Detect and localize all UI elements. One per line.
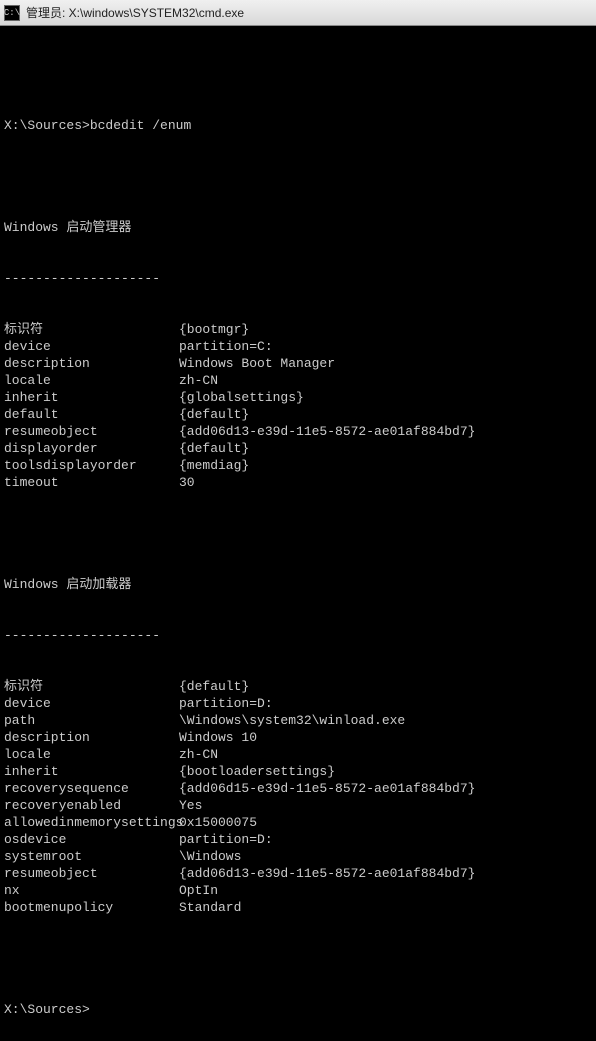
output-key: bootmenupolicy <box>4 899 179 916</box>
titlebar-text: 管理员: X:\windows\SYSTEM32\cmd.exe <box>26 4 244 21</box>
output-key: resumeobject <box>4 423 179 440</box>
output-row: displayorder{default} <box>4 440 592 457</box>
output-key: 标识符 <box>4 321 179 338</box>
section-loader: 标识符{default}devicepartition=D:path\Windo… <box>4 678 592 916</box>
output-value: \Windows <box>179 848 241 865</box>
output-row: allowedinmemorysettings0x15000075 <box>4 814 592 831</box>
output-row: osdevicepartition=D: <box>4 831 592 848</box>
output-row: 标识符{bootmgr} <box>4 321 592 338</box>
output-key: path <box>4 712 179 729</box>
output-key: allowedinmemorysettings <box>4 814 179 831</box>
output-key: locale <box>4 372 179 389</box>
output-row: descriptionWindows Boot Manager <box>4 355 592 372</box>
output-key: systemroot <box>4 848 179 865</box>
output-value: OptIn <box>179 882 218 899</box>
output-key: recoveryenabled <box>4 797 179 814</box>
output-row: path\Windows\system32\winload.exe <box>4 712 592 729</box>
output-value: {add06d13-e39d-11e5-8572-ae01af884bd7} <box>179 865 475 882</box>
output-value: 0x15000075 <box>179 814 257 831</box>
output-value: partition=C: <box>179 338 273 355</box>
output-row: default{default} <box>4 406 592 423</box>
output-value: {add06d13-e39d-11e5-8572-ae01af884bd7} <box>179 423 475 440</box>
output-key: 标识符 <box>4 678 179 695</box>
output-row: devicepartition=C: <box>4 338 592 355</box>
output-value: Windows Boot Manager <box>179 355 335 372</box>
output-row: bootmenupolicyStandard <box>4 899 592 916</box>
output-value: partition=D: <box>179 831 273 848</box>
output-value: {default} <box>179 678 249 695</box>
output-value: {bootmgr} <box>179 321 249 338</box>
output-row: nxOptIn <box>4 882 592 899</box>
output-value: zh-CN <box>179 746 218 763</box>
output-key: osdevice <box>4 831 179 848</box>
blank-line <box>4 66 592 83</box>
output-key: description <box>4 729 179 746</box>
output-value: {default} <box>179 406 249 423</box>
output-key: toolsdisplayorder <box>4 457 179 474</box>
output-key: nx <box>4 882 179 899</box>
output-key: displayorder <box>4 440 179 457</box>
command: bcdedit /enum <box>90 118 191 133</box>
output-value: 30 <box>179 474 195 491</box>
output-value: {memdiag} <box>179 457 249 474</box>
blank-line <box>4 525 592 542</box>
output-key: timeout <box>4 474 179 491</box>
output-value: partition=D: <box>179 695 273 712</box>
prompt: X:\Sources> <box>4 118 90 133</box>
blank-line <box>4 168 592 185</box>
output-row: inherit{globalsettings} <box>4 389 592 406</box>
titlebar[interactable]: C:\ 管理员: X:\windows\SYSTEM32\cmd.exe <box>0 0 596 26</box>
divider: -------------------- <box>4 627 592 644</box>
cmd-icon: C:\ <box>4 5 20 21</box>
output-row: recoverysequence{add06d15-e39d-11e5-8572… <box>4 780 592 797</box>
output-row: devicepartition=D: <box>4 695 592 712</box>
output-row: resumeobject{add06d13-e39d-11e5-8572-ae0… <box>4 865 592 882</box>
output-value: \Windows\system32\winload.exe <box>179 712 405 729</box>
divider: -------------------- <box>4 270 592 287</box>
prompt-line-2: X:\Sources> <box>4 1001 592 1018</box>
output-key: device <box>4 695 179 712</box>
output-row: timeout30 <box>4 474 592 491</box>
terminal-output[interactable]: X:\Sources>bcdedit /enum Windows 启动管理器 -… <box>0 26 596 1041</box>
output-row: recoveryenabledYes <box>4 797 592 814</box>
output-value: zh-CN <box>179 372 218 389</box>
output-value: {bootloadersettings} <box>179 763 335 780</box>
output-key: inherit <box>4 763 179 780</box>
output-value: Standard <box>179 899 241 916</box>
output-key: locale <box>4 746 179 763</box>
output-row: resumeobject{add06d13-e39d-11e5-8572-ae0… <box>4 423 592 440</box>
output-key: inherit <box>4 389 179 406</box>
output-key: resumeobject <box>4 865 179 882</box>
output-value: Windows 10 <box>179 729 257 746</box>
output-row: localezh-CN <box>4 746 592 763</box>
section-bootmgr: 标识符{bootmgr}devicepartition=C:descriptio… <box>4 321 592 491</box>
section-header-bootmgr: Windows 启动管理器 <box>4 219 592 236</box>
blank-line <box>4 950 592 967</box>
output-row: systemroot\Windows <box>4 848 592 865</box>
output-row: inherit{bootloadersettings} <box>4 763 592 780</box>
output-key: description <box>4 355 179 372</box>
output-row: toolsdisplayorder{memdiag} <box>4 457 592 474</box>
output-value: {default} <box>179 440 249 457</box>
output-value: {add06d15-e39d-11e5-8572-ae01af884bd7} <box>179 780 475 797</box>
output-value: Yes <box>179 797 202 814</box>
output-row: 标识符{default} <box>4 678 592 695</box>
prompt-line-1: X:\Sources>bcdedit /enum <box>4 117 592 134</box>
output-value: {globalsettings} <box>179 389 304 406</box>
output-row: localezh-CN <box>4 372 592 389</box>
output-row: descriptionWindows 10 <box>4 729 592 746</box>
output-key: recoverysequence <box>4 780 179 797</box>
output-key: device <box>4 338 179 355</box>
output-key: default <box>4 406 179 423</box>
section-header-loader: Windows 启动加载器 <box>4 576 592 593</box>
